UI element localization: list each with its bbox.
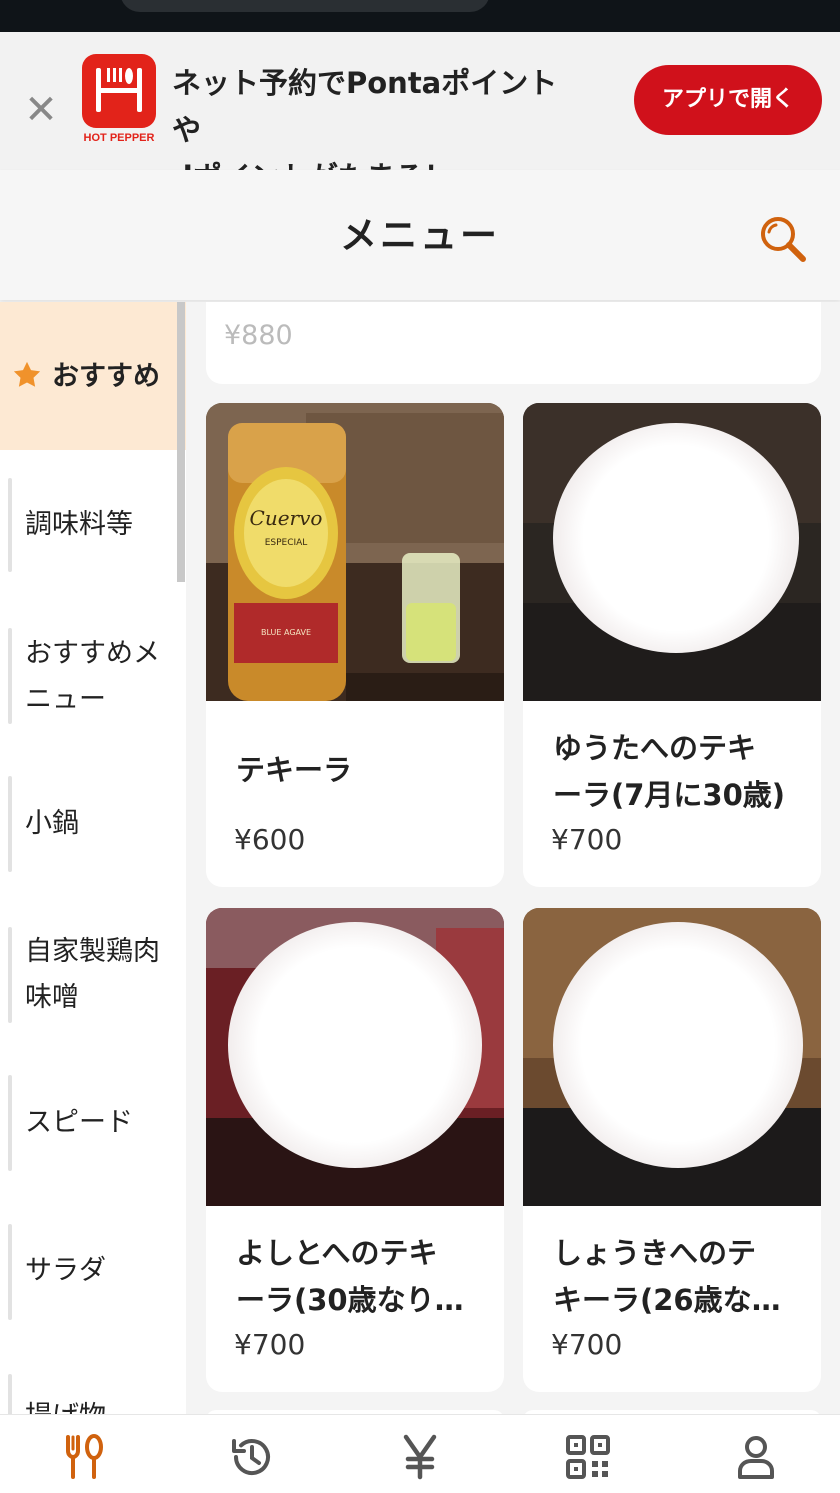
- hot-pepper-logo: [82, 54, 156, 128]
- sidebar-item-label: 小鍋: [25, 808, 79, 839]
- menu-card-name: ゆうたへのテキ: [553, 731, 757, 765]
- sidebar-item-divider: [8, 478, 12, 572]
- sidebar-item-fried[interactable]: 揚げ物: [8, 1374, 178, 1414]
- menu-card-photo: [206, 908, 504, 1206]
- bottom-navigation: [0, 1414, 840, 1493]
- menu-list: ¥880 Cuervo ESPECIAL BLUE AGAVE テキーラ ¥60…: [186, 302, 840, 1414]
- yen-icon[interactable]: [396, 1433, 444, 1481]
- page-header: メニュー: [0, 170, 840, 300]
- sidebar-item-label: 調味料等: [25, 509, 133, 540]
- star-icon: [13, 361, 41, 387]
- menu-card-name-2: ーラ(30歳なり…: [236, 1283, 464, 1317]
- menu-card-photo: Cuervo ESPECIAL BLUE AGAVE: [206, 403, 504, 701]
- sidebar-item-divider: [8, 776, 12, 872]
- sidebar-item-label: 揚げ物: [25, 1394, 106, 1414]
- menu-card-price: ¥880: [224, 320, 293, 351]
- sidebar-item-label: 自家製鶏肉: [25, 936, 160, 967]
- menu-card-name-2: ーラ(7月に30歳): [553, 778, 786, 812]
- sidebar-item-label: スピード: [25, 1107, 133, 1138]
- menu-card-price: ¥600: [234, 823, 306, 856]
- category-sidebar: おすすめ 調味料等 おすすめメ ニュー 小鍋 自家製鶏肉 味噌 スピード サラダ…: [0, 302, 186, 1414]
- sidebar-item-seasonings[interactable]: 調味料等: [8, 478, 178, 572]
- sidebar-item-divider: [8, 927, 12, 1023]
- face-blur: [228, 922, 482, 1168]
- menu-card[interactable]: ゆうたへのテキ ーラ(7月に30歳) ¥700: [523, 403, 821, 887]
- logo-text: HOT PEPPER: [83, 132, 155, 144]
- menu-card-name: よしとへのテキ: [236, 1236, 438, 1270]
- status-notch: [120, 0, 490, 12]
- sidebar-item-label: おすすめメ: [25, 638, 160, 669]
- menu-card[interactable]: しょうきへのテ キーラ(26歳な… ¥700: [523, 908, 821, 1392]
- menu-card-photo: [523, 908, 821, 1206]
- search-icon[interactable]: [758, 214, 808, 264]
- sidebar-item-label: おすすめ: [52, 361, 160, 392]
- menu-card-name: しょうきへのテ: [553, 1236, 757, 1270]
- face-blur: [553, 922, 803, 1168]
- sidebar-item-recommended[interactable]: おすすめ: [0, 302, 186, 450]
- sidebar-item-label-2: ニュー: [25, 684, 106, 715]
- banner-line-2: や: [172, 113, 202, 147]
- fork-knife-logo-icon: [96, 68, 142, 112]
- page-title: メニュー: [340, 214, 500, 257]
- sidebar-item-divider: [8, 1075, 12, 1171]
- close-icon[interactable]: ✕: [22, 90, 60, 130]
- sidebar-item-label-2: 味噌: [25, 982, 79, 1013]
- app-banner: ✕ HOT PEPPER ネット予約でPontaポイント や dポイントがたまる…: [0, 32, 840, 194]
- sidebar-item-recommended-menu[interactable]: おすすめメ ニュー: [8, 628, 178, 724]
- menu-card-price: ¥700: [551, 823, 623, 856]
- sidebar-item-divider: [8, 1224, 12, 1320]
- sidebar-item-chicken-miso[interactable]: 自家製鶏肉 味噌: [8, 927, 178, 1023]
- sidebar-item-label: サラダ: [25, 1255, 106, 1286]
- tequila-bottle-photo: Cuervo ESPECIAL BLUE AGAVE: [206, 403, 504, 701]
- menu-card-name: テキーラ: [236, 753, 353, 787]
- menu-card-partial[interactable]: ¥880: [206, 302, 821, 384]
- banner-line-1: ネット予約でPontaポイント: [172, 66, 558, 100]
- face-blur: [553, 423, 799, 653]
- open-app-button[interactable]: アプリで開く: [634, 65, 822, 135]
- menu-card-photo: [523, 403, 821, 701]
- sidebar-item-speed[interactable]: スピード: [8, 1075, 178, 1171]
- history-icon[interactable]: [228, 1433, 276, 1481]
- user-icon[interactable]: [732, 1433, 780, 1481]
- sidebar-item-salad[interactable]: サラダ: [8, 1224, 178, 1320]
- status-bar: [0, 0, 840, 32]
- fork-spoon-icon[interactable]: [60, 1433, 108, 1481]
- menu-card[interactable]: Cuervo ESPECIAL BLUE AGAVE テキーラ ¥600: [206, 403, 504, 887]
- sidebar-item-divider: [8, 628, 12, 724]
- menu-card-name-2: キーラ(26歳な…: [553, 1283, 781, 1317]
- svg-text:Cuervo: Cuervo: [250, 506, 323, 530]
- menu-card-price: ¥700: [551, 1328, 623, 1361]
- svg-text:ESPECIAL: ESPECIAL: [265, 538, 308, 548]
- qr-code-icon[interactable]: [564, 1433, 612, 1481]
- svg-text:BLUE AGAVE: BLUE AGAVE: [261, 628, 311, 637]
- menu-card-price: ¥700: [234, 1328, 306, 1361]
- sidebar-item-small-pot[interactable]: 小鍋: [8, 776, 178, 872]
- menu-card[interactable]: よしとへのテキ ーラ(30歳なり… ¥700: [206, 908, 504, 1392]
- sidebar-scrollbar[interactable]: [177, 302, 185, 582]
- sidebar-item-divider: [8, 1374, 12, 1414]
